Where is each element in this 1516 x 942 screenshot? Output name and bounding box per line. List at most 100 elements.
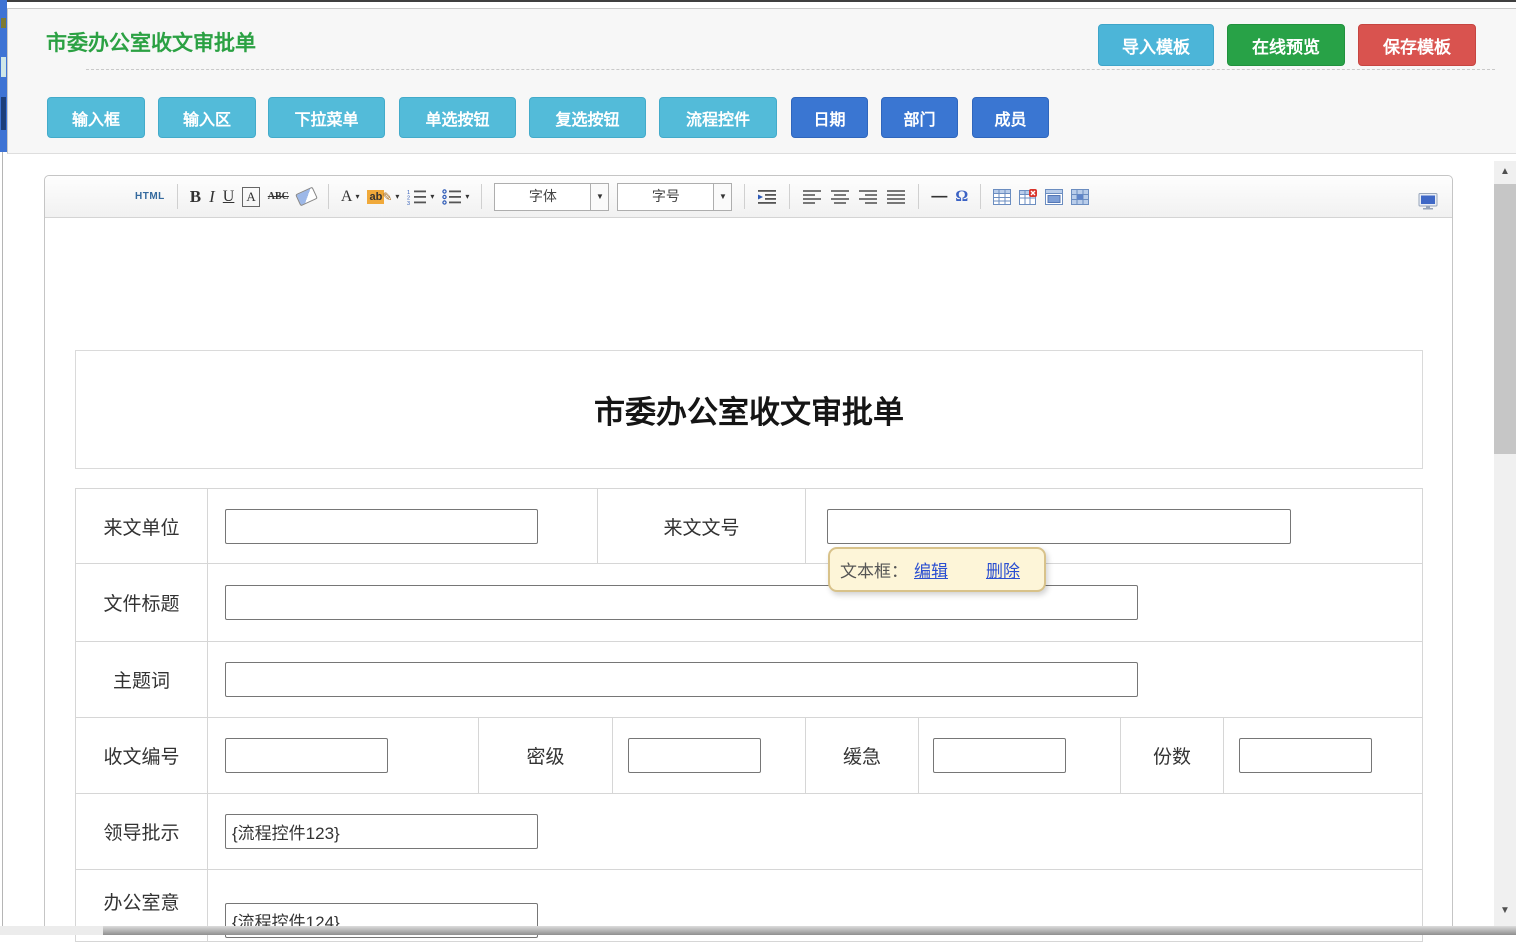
align-center-button[interactable]: [830, 183, 850, 211]
tooltip-label: 文本框：: [840, 557, 908, 582]
toolbar-separator: [980, 184, 981, 209]
online-preview-button[interactable]: 在线预览: [1227, 24, 1345, 66]
font-size-select-value: 字号: [618, 184, 713, 210]
delete-link[interactable]: 删除: [986, 557, 1020, 582]
toolbar-separator: [177, 184, 178, 209]
secrecy-level-input[interactable]: [628, 738, 761, 773]
italic-button[interactable]: I: [209, 183, 215, 211]
insert-table-button[interactable]: [993, 183, 1011, 211]
vertical-scrollbar-thumb[interactable]: [1494, 184, 1516, 454]
copies-input[interactable]: [1239, 738, 1372, 773]
align-left-icon: [802, 189, 822, 205]
subject-words-input[interactable]: [225, 662, 1138, 697]
unordered-list-icon: [442, 189, 462, 205]
remove-format-button[interactable]: [297, 183, 316, 211]
chevron-down-icon: ▾: [430, 192, 434, 201]
toolbar-separator: [744, 184, 745, 209]
font-family-select[interactable]: 字体▼: [494, 183, 609, 211]
maximize-icon: [1418, 193, 1438, 210]
editor-toolbar: HTML B I U A ABC A▾ ab✎▾ 123 ▾ ▾ 字体▼ 字号▼: [45, 176, 1452, 218]
format-button[interactable]: A: [242, 187, 259, 207]
component-button-input-box[interactable]: 输入框: [47, 97, 145, 138]
delete-table-button[interactable]: [1019, 183, 1037, 211]
table-row: 收文编号 密级 缓急 份数: [76, 718, 1422, 794]
edit-link[interactable]: 编辑: [914, 557, 948, 582]
indent-button[interactable]: [757, 183, 777, 211]
component-button-textarea[interactable]: 输入区: [158, 97, 256, 138]
toolbar-separator: [789, 184, 790, 209]
component-button-flow-control[interactable]: 流程控件: [659, 97, 777, 138]
field-label-urgency: 缓急: [806, 718, 919, 793]
strikethrough-button[interactable]: ABC: [268, 183, 289, 211]
component-button-radio[interactable]: 单选按钮: [399, 97, 516, 138]
leader-instructions-input[interactable]: [225, 814, 538, 849]
eraser-icon: [295, 187, 318, 207]
table-cell: [208, 642, 1422, 717]
document-title-cell[interactable]: 市委办公室收文审批单: [75, 350, 1423, 469]
chevron-down-icon: ▼: [713, 184, 731, 210]
cell-properties-icon: [1071, 189, 1089, 205]
incoming-unit-input[interactable]: [225, 509, 538, 544]
table-cell: [1224, 718, 1422, 793]
field-label-receipt-number: 收文编号: [76, 718, 208, 793]
receipt-number-input[interactable]: [225, 738, 388, 773]
maximize-button[interactable]: [1418, 187, 1438, 215]
textbox-action-tooltip: 文本框： 编辑 删除: [828, 547, 1046, 592]
cell-properties-button[interactable]: [1071, 183, 1089, 211]
vertical-scrollbar[interactable]: ▲ ▼: [1494, 161, 1516, 926]
font-color-button[interactable]: A▾: [341, 183, 360, 211]
align-justify-button[interactable]: [886, 183, 906, 211]
incoming-doc-number-input[interactable]: [827, 509, 1291, 544]
field-label-incoming-unit: 来文单位: [76, 489, 208, 563]
toolbar-separator: [328, 184, 329, 209]
source-code-button[interactable]: HTML: [135, 183, 165, 211]
insert-table-icon: [993, 189, 1011, 205]
save-template-button[interactable]: 保存模板: [1358, 24, 1476, 66]
underline-button[interactable]: U: [223, 183, 235, 211]
align-right-button[interactable]: [858, 183, 878, 211]
field-label-secrecy-level: 密级: [479, 718, 613, 793]
horizontal-rule-button[interactable]: —: [931, 183, 947, 211]
unordered-list-button[interactable]: ▾: [442, 183, 469, 211]
align-left-button[interactable]: [802, 183, 822, 211]
chevron-down-icon: ▾: [355, 192, 359, 201]
component-button-department[interactable]: 部门: [881, 97, 958, 138]
table-cell: [208, 489, 598, 563]
table-cell: [208, 794, 1422, 869]
table-properties-icon: [1045, 189, 1063, 205]
scroll-up-icon[interactable]: ▲: [1494, 166, 1516, 177]
table-row: 主题词: [76, 642, 1422, 718]
scroll-down-icon[interactable]: ▼: [1494, 905, 1516, 916]
background-window-mark: [1, 18, 6, 28]
highlight-color-button[interactable]: ab✎▾: [367, 183, 399, 211]
table-row: 领导批示: [76, 794, 1422, 870]
window-top-edge: [0, 0, 1516, 2]
pencil-icon: ✎: [382, 190, 392, 204]
table-cell: [208, 718, 479, 793]
import-template-button[interactable]: 导入模板: [1098, 24, 1214, 66]
field-label-document-title: 文件标题: [76, 564, 208, 641]
header: 市委办公室收文审批单 导入模板 在线预览 保存模板 输入框 输入区 下拉菜单 单…: [7, 8, 1516, 154]
ordered-list-button[interactable]: 123 ▾: [407, 183, 434, 211]
urgency-input[interactable]: [933, 738, 1066, 773]
bold-button[interactable]: B: [190, 183, 201, 211]
table-properties-button[interactable]: [1045, 183, 1063, 211]
background-window-mark: [1, 57, 6, 77]
background-window-sliver: [0, 0, 7, 152]
align-justify-icon: [886, 189, 906, 205]
font-family-select-value: 字体: [495, 184, 590, 210]
font-color-icon: A: [341, 188, 353, 206]
component-button-member[interactable]: 成员: [972, 97, 1049, 138]
field-label-copies: 份数: [1121, 718, 1224, 793]
component-button-dropdown[interactable]: 下拉菜单: [268, 97, 385, 138]
component-button-checkbox[interactable]: 复选按钮: [529, 97, 646, 138]
table-row: 来文单位 来文文号: [76, 489, 1422, 564]
font-size-select[interactable]: 字号▼: [617, 183, 732, 211]
table-row: 文件标题: [76, 564, 1422, 642]
field-label-subject-words: 主题词: [76, 642, 208, 717]
horizontal-scrollbar-corner: [0, 926, 103, 935]
document-title: 市委办公室收文审批单: [594, 387, 904, 432]
horizontal-scrollbar[interactable]: [0, 926, 1516, 935]
component-button-date[interactable]: 日期: [791, 97, 868, 138]
special-character-button[interactable]: Ω: [955, 183, 968, 211]
